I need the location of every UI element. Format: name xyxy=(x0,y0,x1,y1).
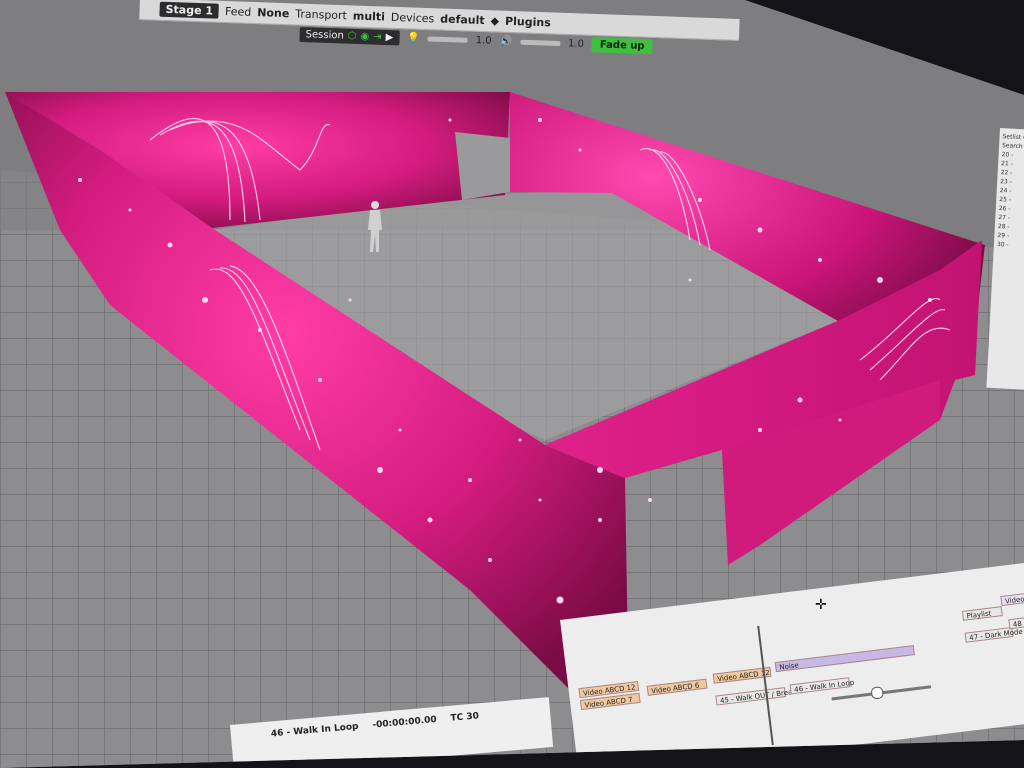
monitor-screen: Stage 1 Feed None Transport multi Device… xyxy=(0,0,1024,768)
clip[interactable]: Noise xyxy=(774,645,915,673)
clip[interactable]: 47 - Dark Mode Loop xyxy=(964,625,1024,643)
feed-value[interactable]: None xyxy=(257,6,289,20)
volume-value: 1.0 xyxy=(567,37,585,50)
track-label[interactable]: 46 - Walk In Loop xyxy=(271,722,359,740)
intensity-value: 1.0 xyxy=(475,34,492,47)
network-icon: ⬡ xyxy=(347,30,357,42)
volume-icon: 🔊 xyxy=(499,35,513,47)
clip[interactable]: Playlist xyxy=(961,606,1003,621)
clip[interactable]: 45 - Walk OUT / Break 2b xyxy=(715,686,808,706)
session-button[interactable]: Session ⬡ ◉ ⇥ ▶ xyxy=(299,26,400,45)
bulb-icon: 💡 xyxy=(407,32,420,44)
transport-value[interactable]: multi xyxy=(353,9,386,23)
transport-label: Transport xyxy=(295,7,348,23)
devices-label: Devices xyxy=(390,10,435,26)
human-scale-figure xyxy=(368,201,382,252)
wall-gap xyxy=(455,132,510,200)
setlist-row[interactable]: 30 - xyxy=(997,240,1024,251)
timecode-readout: -00:00:00.00 xyxy=(372,714,438,731)
stage-selector[interactable]: Stage 1 xyxy=(159,1,220,19)
plugins-label[interactable]: Plugins xyxy=(505,15,551,30)
zoom-slider-handle[interactable] xyxy=(870,686,884,700)
fade-up-button[interactable]: Fade up xyxy=(591,36,653,54)
record-icon: ◉ xyxy=(360,30,370,42)
devices-value[interactable]: default xyxy=(440,12,485,27)
volume-slider[interactable] xyxy=(519,39,561,46)
intensity-slider[interactable] xyxy=(427,35,468,43)
session-label: Session xyxy=(305,28,344,42)
clip[interactable]: 46 - Walk In Loop xyxy=(789,677,855,695)
clip[interactable]: Video ABCD 8 xyxy=(1000,592,1024,607)
export-icon: ⇥ xyxy=(373,31,382,43)
crosshair-cursor-icon: ✛ xyxy=(815,597,827,613)
clip[interactable]: Video ABCD 6 xyxy=(646,678,708,696)
plugins-icon[interactable]: ◆ xyxy=(490,14,499,27)
playhead[interactable] xyxy=(757,625,774,746)
tc-label: TC 30 xyxy=(450,711,480,724)
play-icon: ▶ xyxy=(385,31,394,43)
clip[interactable]: 48 - Greatest Ch xyxy=(1008,614,1024,630)
feed-label: Feed xyxy=(224,4,252,19)
